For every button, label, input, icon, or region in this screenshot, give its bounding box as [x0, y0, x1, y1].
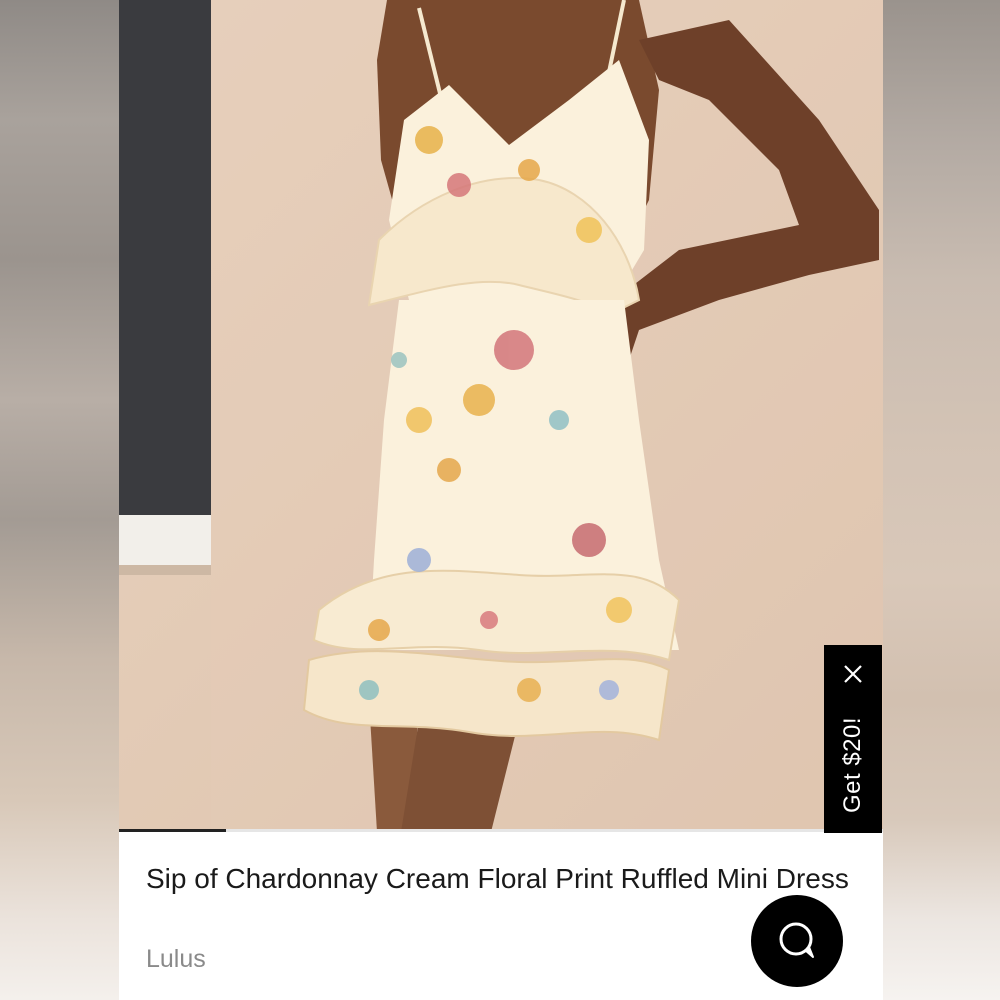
promo-tab[interactable]: Get $20! [824, 645, 882, 835]
promo-close-button[interactable] [838, 659, 868, 689]
chat-button[interactable] [751, 895, 843, 987]
product-photo-illustration [119, 0, 883, 832]
product-page: Get $20! Sip of Chardonnay Cream Floral … [119, 0, 883, 1000]
product-brand[interactable]: Lulus [146, 945, 206, 974]
gallery-progress-fill [119, 829, 226, 832]
product-title: Sip of Chardonnay Cream Floral Print Ruf… [146, 863, 849, 894]
sill-shadow [119, 565, 211, 575]
screenshot-frame: Get $20! Sip of Chardonnay Cream Floral … [0, 0, 1000, 1000]
product-photo[interactable] [119, 0, 883, 832]
blurred-left-gutter [0, 0, 119, 1000]
product-info: Sip of Chardonnay Cream Floral Print Ruf… [119, 833, 883, 1000]
close-icon [844, 665, 862, 683]
blurred-right-gutter [881, 0, 1000, 1000]
chat-bubble-icon [779, 922, 814, 958]
promo-label[interactable]: Get $20! [839, 717, 867, 813]
window-sill [119, 515, 211, 567]
window-pane [119, 0, 211, 520]
gallery-progress-track [119, 829, 883, 832]
